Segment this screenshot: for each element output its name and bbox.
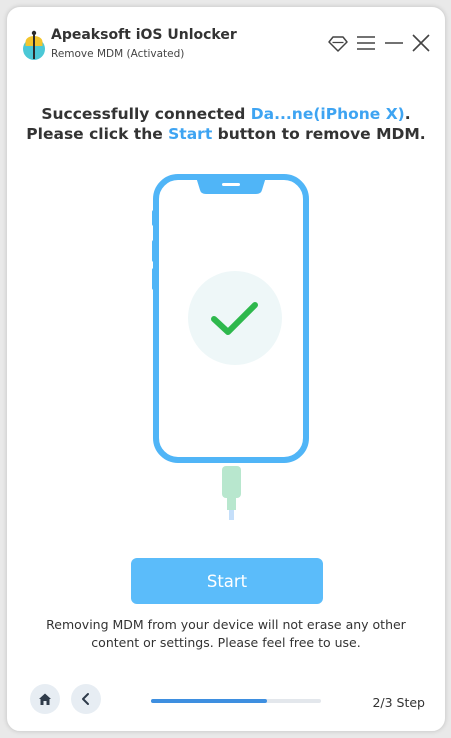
minimize-icon[interactable]: [383, 32, 405, 54]
diamond-icon[interactable]: [327, 32, 349, 54]
instruction-prefix: Please click the: [26, 125, 169, 143]
headline-prefix: Successfully connected: [41, 105, 251, 123]
home-icon: [39, 693, 51, 705]
start-button[interactable]: Start: [131, 558, 323, 604]
headline-line-2: Please click the Start button to remove …: [7, 124, 445, 144]
phone-illustration: [142, 170, 312, 522]
instruction-suffix: button to remove MDM.: [212, 125, 426, 143]
headline-suffix: .: [404, 105, 411, 123]
app-title: Apeaksoft iOS Unlocker: [51, 27, 237, 43]
step-progress-bar: [151, 699, 321, 703]
step-label: 2/3 Step: [372, 695, 425, 710]
app-window: Apeaksoft iOS Unlocker Remove MDM (Activ…: [6, 6, 446, 732]
app-subtitle: Remove MDM (Activated): [51, 48, 185, 60]
device-name: Da...ne(iPhone X): [250, 105, 405, 123]
checkmark-icon: [188, 271, 282, 365]
start-keyword: Start: [168, 125, 213, 143]
menu-icon[interactable]: [355, 32, 377, 54]
mdm-note: Removing MDM from your device will not e…: [46, 617, 406, 650]
home-button[interactable]: [30, 684, 60, 714]
apeaksoft-logo-icon: [22, 29, 46, 63]
step-progress-fill: [151, 699, 267, 703]
connection-headline: Successfully connected Da...ne(iPhone X)…: [7, 104, 445, 144]
title-bar: Apeaksoft iOS Unlocker Remove MDM (Activ…: [7, 7, 445, 67]
headline-line-1: Successfully connected Da...ne(iPhone X)…: [7, 104, 445, 124]
close-icon[interactable]: [410, 32, 432, 54]
chevron-left-icon: [82, 693, 89, 705]
back-button[interactable]: [71, 684, 101, 714]
